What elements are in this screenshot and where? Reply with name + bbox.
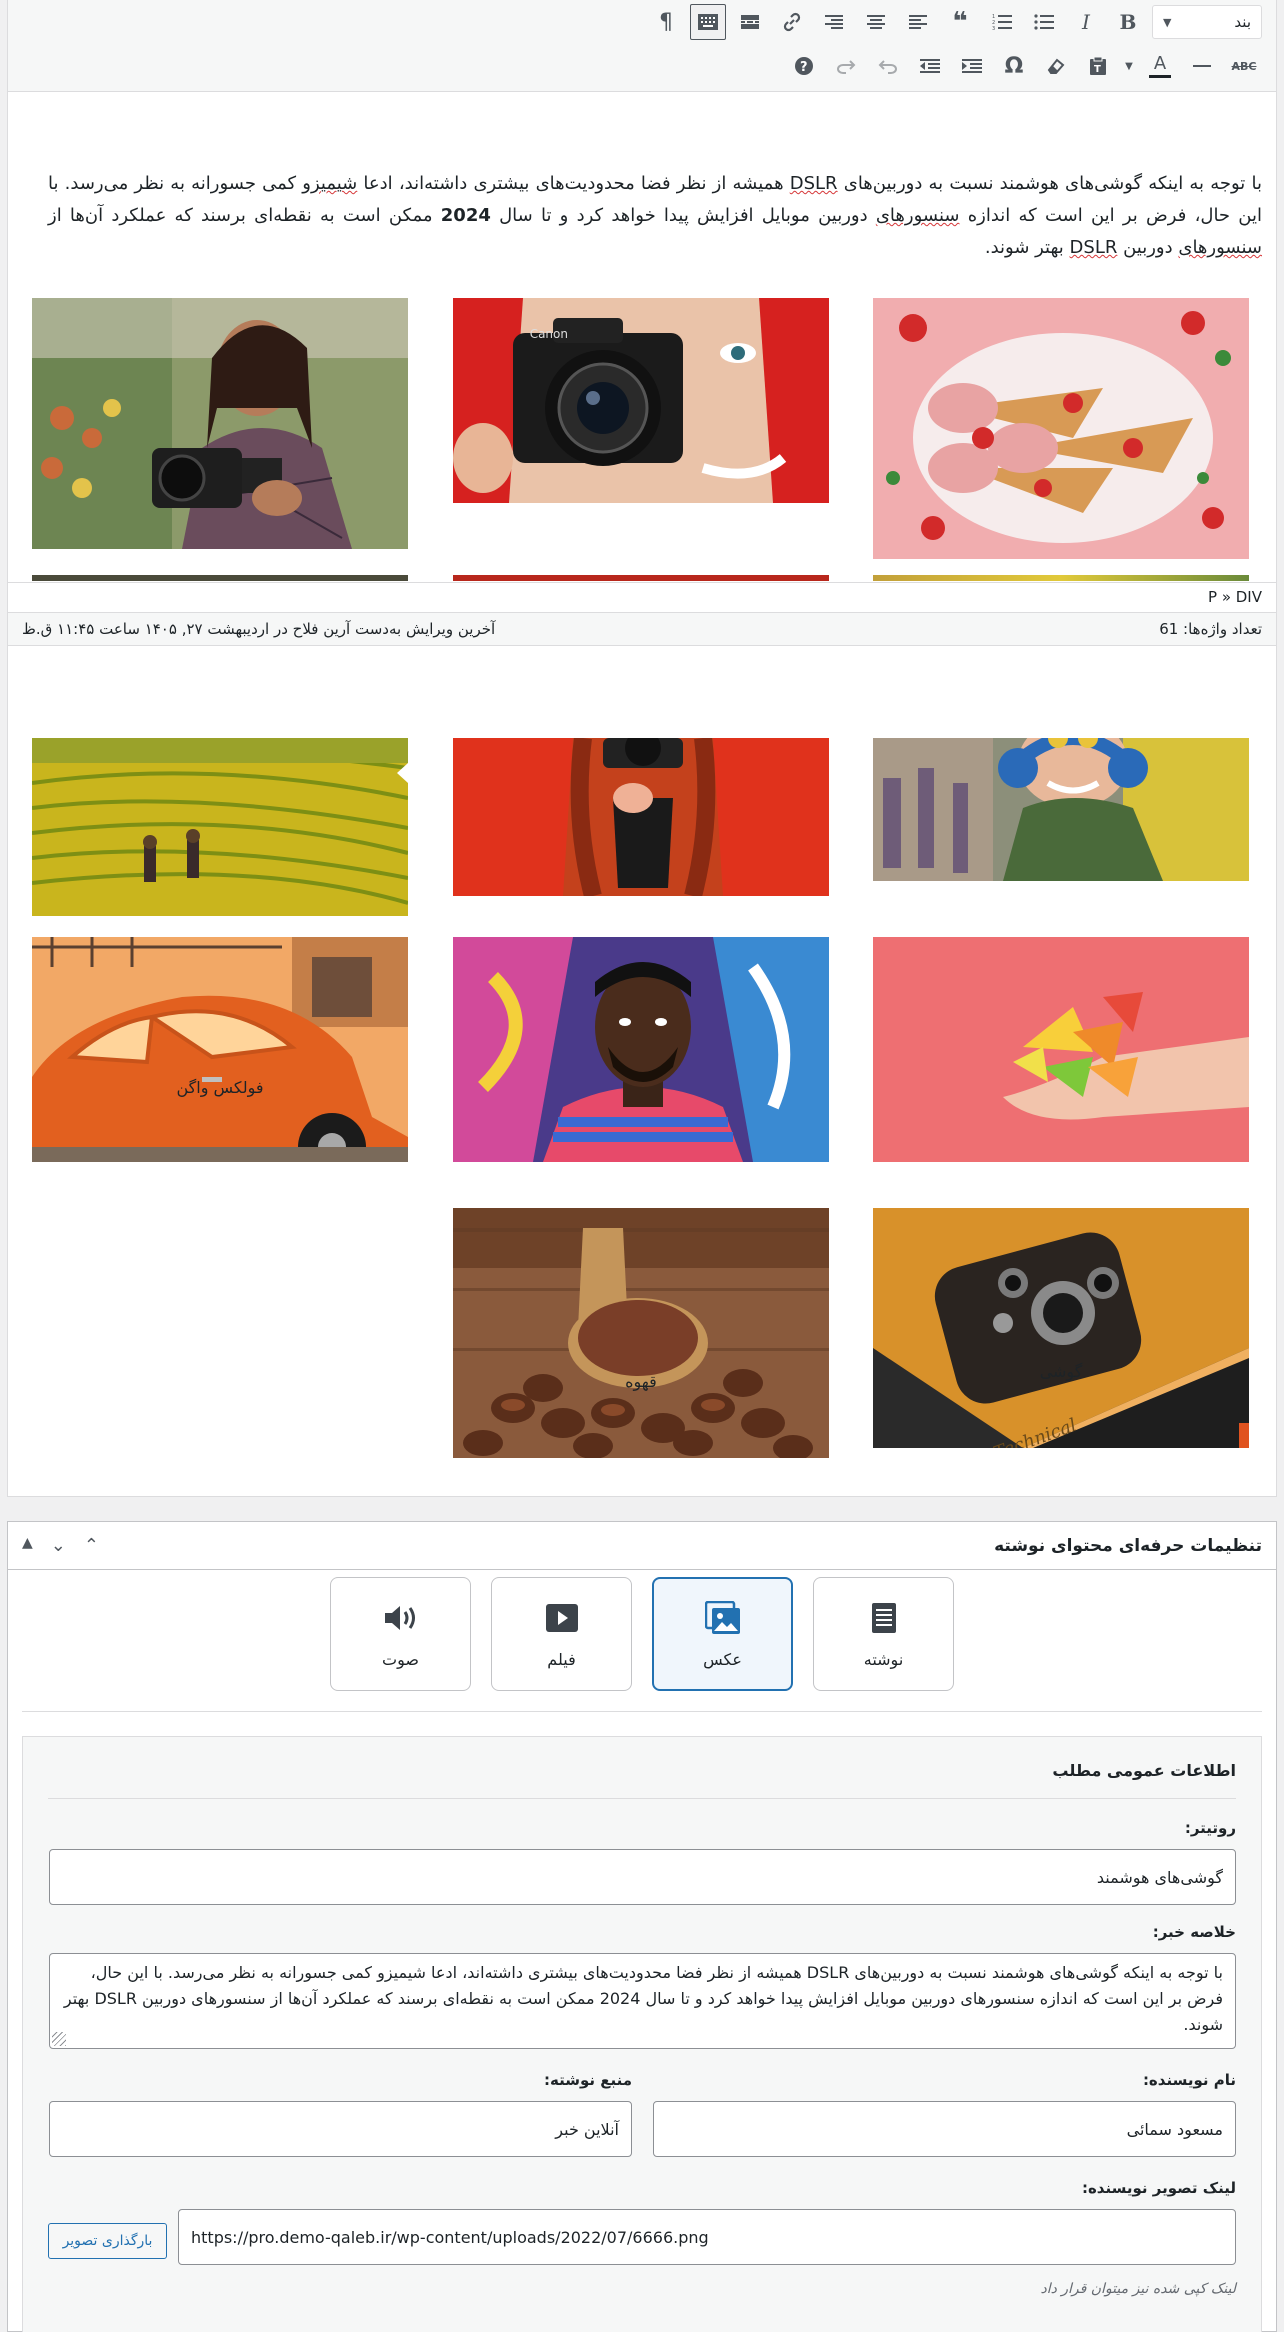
tab-photo-label: عکس — [703, 1649, 742, 1669]
tab-audio[interactable]: صوت — [330, 1577, 471, 1691]
gallery-image-rice-terraces[interactable] — [32, 738, 408, 916]
tab-post-label: نوشته — [863, 1649, 904, 1669]
svg-text:?: ? — [800, 60, 808, 75]
general-info-panel: اطلاعات عمومی مطلب روتیتر: گوشی‌های هوشم… — [22, 1736, 1262, 2332]
bulleted-list-icon[interactable] — [1026, 4, 1062, 40]
svg-text:T: T — [1094, 64, 1101, 75]
link-icon[interactable] — [774, 4, 810, 40]
author-image-label: لینک تصویر نویسنده: — [1081, 2179, 1236, 2197]
author-image-input[interactable]: https://pro.demo-qaleb.ir/wp-content/upl… — [178, 2209, 1236, 2265]
tab-video[interactable]: فیلم — [491, 1577, 632, 1691]
row2-sliver-1 — [873, 575, 1249, 581]
tab-audio-label: صوت — [382, 1649, 419, 1669]
source-label: منبع نوشته: — [543, 2071, 632, 2089]
upload-image-button[interactable]: بارگذاری تصویر — [48, 2223, 167, 2259]
svg-text:3: 3 — [992, 26, 995, 31]
caption-coffee: قهوه — [625, 1372, 657, 1391]
horizontal-line-icon[interactable] — [1184, 48, 1220, 84]
gallery-image-orange-beetle[interactable] — [32, 937, 408, 1162]
author-image-hint: لینک کپی شده نیز میتوان قرار داد — [1040, 2281, 1236, 2297]
gallery-image-coffee[interactable] — [453, 1208, 829, 1458]
align-center-icon[interactable] — [858, 4, 894, 40]
row2-sliver-3 — [32, 575, 408, 581]
author-input[interactable]: مسعود سمائی — [653, 2101, 1236, 2157]
svg-text:Canon: Canon — [530, 327, 568, 341]
content-type-tabs: نوشته عکس فیلم صوت — [8, 1577, 1276, 1713]
resize-handle-icon[interactable] — [52, 2032, 66, 2046]
toolbar-toggle-icon[interactable] — [690, 4, 726, 40]
indent-icon[interactable] — [954, 48, 990, 84]
source-input[interactable]: آنلاین خبر — [49, 2101, 632, 2157]
audio-icon — [383, 1600, 419, 1636]
section-title: اطلاعات عمومی مطلب — [1052, 1761, 1236, 1780]
clear-formatting-icon[interactable] — [1038, 48, 1074, 84]
summary-label: خلاصه خبر: — [1152, 1923, 1236, 1941]
caption-phone: گوشی — [1039, 1362, 1083, 1381]
gallery-image-red-camera-woman[interactable] — [453, 738, 829, 896]
content-paragraph[interactable]: با توجه به اینکه گوشی‌های هوشمند نسبت به… — [48, 168, 1262, 264]
tab-post[interactable]: نوشته — [813, 1577, 954, 1691]
video-icon — [544, 1600, 580, 1636]
tabs-divider — [22, 1711, 1262, 1712]
row2-sliver-2 — [453, 575, 829, 581]
help-icon[interactable]: ? — [786, 48, 822, 84]
chevron-down-icon: ▼ — [1163, 15, 1172, 29]
toolbar-row-2: ABC A ▼ T Ω ? — [786, 46, 1262, 86]
move-up-icon[interactable]: ▲ — [22, 1535, 33, 1556]
align-left-icon[interactable] — [900, 4, 936, 40]
metabox-title: تنظیمات حرفه‌ای محتوای نوشته — [994, 1535, 1262, 1556]
element-path: P » DIV — [8, 582, 1276, 612]
numbered-list-icon[interactable]: 123 — [984, 4, 1020, 40]
gallery-icon — [704, 1600, 741, 1636]
text-color-dropdown-icon[interactable]: ▼ — [1122, 48, 1136, 84]
summary-text: با توجه به اینکه گوشی‌های هوشمند نسبت به… — [63, 1963, 1223, 2034]
metabox-header: تنظیمات حرفه‌ای محتوای نوشته ▲ ⌄ ⌃ — [8, 1522, 1276, 1570]
redo-icon[interactable] — [828, 48, 864, 84]
gallery-image-canon-woman[interactable]: Canon — [453, 298, 829, 503]
format-select[interactable]: بند ▼ — [1152, 5, 1262, 39]
editor-content[interactable]: با توجه به اینکه گوشی‌های هوشمند نسبت به… — [8, 92, 1276, 1497]
gallery-image-candy-hand[interactable] — [873, 937, 1249, 1162]
gallery-image-headphones-woman[interactable] — [873, 738, 1249, 881]
document-icon — [866, 1600, 902, 1636]
read-more-icon[interactable] — [732, 4, 768, 40]
gallery-image-market-photographer[interactable] — [32, 298, 408, 549]
author-label: نام نویسنده: — [1142, 2071, 1236, 2089]
tab-video-label: فیلم — [547, 1649, 576, 1669]
editor-toolbar: بند ▼ B I 123 ❝ ¶ ABC A ▼ T Ω ? — [8, 0, 1276, 92]
undo-icon[interactable] — [870, 48, 906, 84]
gallery-image-graffiti-man[interactable] — [453, 937, 829, 1162]
bold-icon[interactable]: B — [1110, 4, 1146, 40]
chevron-up-icon[interactable]: ⌃ — [84, 1535, 99, 1556]
section-divider — [48, 1798, 1236, 1799]
classic-editor: بند ▼ B I 123 ❝ ¶ ABC A ▼ T Ω ? با توجه … — [7, 0, 1277, 1497]
rotitr-input[interactable]: گوشی‌های هوشمند — [49, 1849, 1236, 1905]
summary-textarea[interactable]: با توجه به اینکه گوشی‌های هوشمند نسبت به… — [49, 1953, 1236, 2049]
editor-status-bar: تعداد واژه‌ها: 61 آخرین ویرایش به‌دست آر… — [8, 612, 1276, 646]
toolbar-row-1: بند ▼ B I 123 ❝ ¶ — [648, 2, 1262, 42]
rotitr-label: روتیتر: — [1184, 1819, 1236, 1837]
metabox-controls: ▲ ⌄ ⌃ — [22, 1535, 99, 1556]
outdent-icon[interactable] — [912, 48, 948, 84]
gallery-image-strawberry-cones[interactable] — [873, 298, 1249, 559]
align-right-icon[interactable] — [816, 4, 852, 40]
italic-icon[interactable]: I — [1068, 4, 1104, 40]
gallery-image-phone[interactable]: Technical — [873, 1208, 1249, 1448]
pro-content-settings-metabox: تنظیمات حرفه‌ای محتوای نوشته ▲ ⌄ ⌃ نوشته… — [7, 1521, 1277, 2332]
blockquote-icon[interactable]: ❝ — [942, 4, 978, 40]
text-color-icon[interactable]: A — [1142, 48, 1178, 84]
paste-as-text-icon[interactable]: T — [1080, 48, 1116, 84]
caption-beetle: فولکس واگن — [176, 1078, 264, 1097]
element-path-text: P » DIV — [1208, 588, 1262, 606]
last-edit: آخرین ویرایش به‌دست آرین فلاح در اردیبهش… — [22, 620, 496, 638]
strikethrough-icon[interactable]: ABC — [1226, 48, 1262, 84]
tab-photo[interactable]: عکس — [652, 1577, 793, 1691]
chevron-down-icon[interactable]: ⌄ — [51, 1535, 66, 1556]
special-character-icon[interactable]: Ω — [996, 48, 1032, 84]
word-count: تعداد واژه‌ها: 61 — [1159, 620, 1262, 638]
format-select-value: بند — [1234, 13, 1251, 31]
paragraph-mark-icon[interactable]: ¶ — [648, 4, 684, 40]
